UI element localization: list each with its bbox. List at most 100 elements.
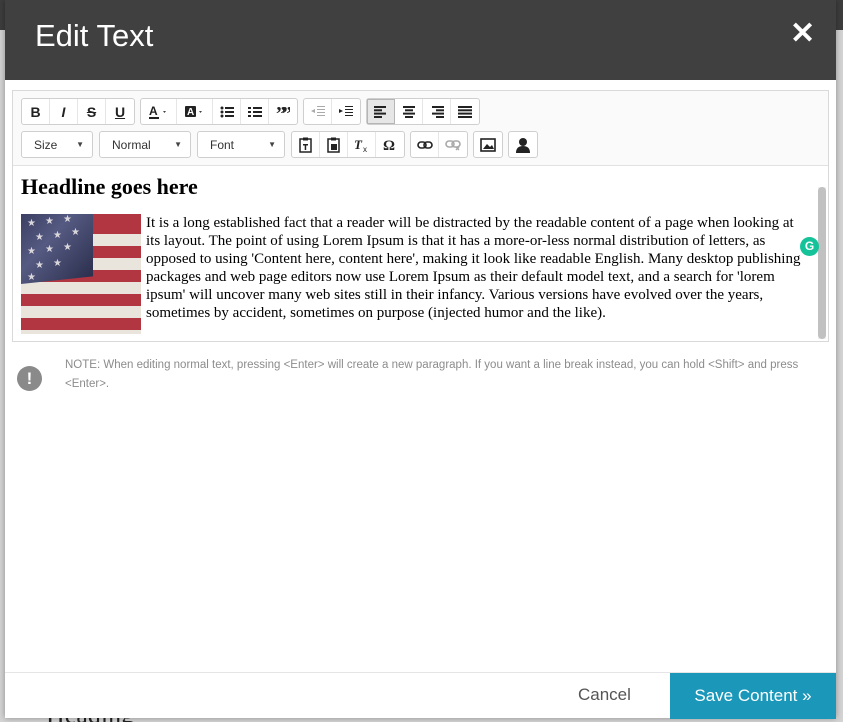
caret-down-icon: ▼ <box>268 140 276 149</box>
format-select-label: Normal <box>112 137 151 152</box>
link-icon <box>416 140 433 149</box>
star-icon: ★ <box>71 227 80 238</box>
star-icon: ★ <box>27 246 36 257</box>
justify-icon <box>458 105 472 118</box>
align-center-button[interactable] <box>395 99 423 124</box>
svg-text:T: T <box>354 138 363 152</box>
warning-icon: ! <box>17 366 42 391</box>
rich-text-editor: B I S U A A ” Size ▼ Normal ▼ Font ▼ T x… <box>12 90 829 342</box>
modal-header: Edit Text ✕ <box>5 0 836 80</box>
svg-text:A: A <box>149 104 158 118</box>
text-color-button[interactable]: A <box>141 99 177 124</box>
image-group <box>473 131 503 158</box>
indent-icon <box>339 105 353 116</box>
user-group <box>508 131 538 158</box>
remove-format-icon: Tx <box>354 138 367 152</box>
flag-image: ★ ★ ★ ★ ★ ★ ★ ★ ★ ★ ★ ★ <box>21 214 141 334</box>
note-text: NOTE: When editing normal text, pressing… <box>65 359 799 390</box>
strikethrough-button[interactable]: S <box>78 99 106 124</box>
paste-word-icon <box>326 137 340 153</box>
save-content-button[interactable]: Save Content » <box>670 673 836 719</box>
star-icon: ★ <box>27 272 36 283</box>
toolbar-row-1: B I S U A A ” <box>21 98 485 125</box>
content-headline: Headline goes here <box>21 174 198 199</box>
bulleted-list-button[interactable] <box>213 99 241 124</box>
paste-text-button[interactable] <box>292 132 320 157</box>
font-select-label: Font <box>210 137 235 152</box>
blockquote-button[interactable]: ”” <box>269 99 297 124</box>
bold-button[interactable]: B <box>22 99 50 124</box>
italic-icon: I <box>61 103 66 120</box>
caret-down-icon: ▼ <box>174 140 182 149</box>
underline-button[interactable]: U <box>106 99 134 124</box>
indent-button[interactable] <box>332 99 360 124</box>
italic-button[interactable]: I <box>50 99 78 124</box>
close-icon: ✕ <box>790 17 816 50</box>
editor-content-area[interactable]: Headline goes here ★ ★ ★ ★ ★ ★ ★ ★ ★ ★ ★… <box>13 167 817 341</box>
align-left-button[interactable] <box>367 99 395 124</box>
underline-icon: U <box>114 103 126 120</box>
unlink-button[interactable] <box>439 132 467 157</box>
star-icon: ★ <box>45 244 54 255</box>
star-icon: ★ <box>35 260 44 271</box>
edit-text-modal: Edit Text ✕ B I S U A A ” Size ▼ Normal … <box>5 0 836 719</box>
scrollbar-thumb[interactable] <box>818 187 826 339</box>
svg-text:x: x <box>363 145 367 152</box>
close-button[interactable]: ✕ <box>790 19 815 49</box>
link-group <box>410 131 468 158</box>
indent-group <box>303 98 361 125</box>
align-left-icon <box>374 105 386 118</box>
numbered-list-icon <box>247 106 262 117</box>
insert-user-button[interactable] <box>509 132 537 157</box>
user-icon <box>516 137 530 153</box>
grammarly-icon[interactable]: G <box>800 237 819 256</box>
caret-down-icon: ▼ <box>76 140 84 149</box>
cancel-button[interactable]: Cancel <box>578 685 631 705</box>
flag-stripe <box>21 330 141 334</box>
size-select[interactable]: Size ▼ <box>21 131 93 158</box>
star-icon: ★ <box>27 218 36 229</box>
outdent-button[interactable] <box>304 99 332 124</box>
star-icon: ★ <box>35 232 44 243</box>
background-color-button[interactable]: A <box>177 99 213 124</box>
editor-scrollbar[interactable] <box>818 187 826 339</box>
editing-note: ! NOTE: When editing normal text, pressi… <box>17 356 817 394</box>
strikethrough-icon: S <box>86 103 97 120</box>
editor-toolbar: B I S U A A ” Size ▼ Normal ▼ Font ▼ T x… <box>13 91 828 166</box>
quote-icon: ”” <box>276 106 290 118</box>
text-color-icon: A <box>148 104 166 119</box>
align-right-icon <box>431 105 444 118</box>
basic-styles-group: B I S U <box>21 98 135 125</box>
format-select[interactable]: Normal ▼ <box>99 131 191 158</box>
align-center-icon <box>402 105 415 118</box>
remove-format-button[interactable]: Tx <box>348 132 376 157</box>
size-select-label: Size <box>34 137 58 152</box>
paste-word-button[interactable] <box>320 132 348 157</box>
link-button[interactable] <box>411 132 439 157</box>
svg-text:A: A <box>187 107 194 118</box>
star-icon: ★ <box>53 230 62 241</box>
flag-stripe <box>21 282 141 294</box>
image-icon <box>480 137 496 152</box>
background-color-icon: A <box>184 105 202 118</box>
bold-icon: B <box>30 103 41 120</box>
special-character-button[interactable]: Ω <box>376 132 404 157</box>
paste-text-icon <box>298 137 312 153</box>
star-icon: ★ <box>63 242 72 253</box>
align-right-button[interactable] <box>423 99 451 124</box>
omega-icon: Ω <box>383 138 395 152</box>
justify-button[interactable] <box>451 99 479 124</box>
font-select[interactable]: Font ▼ <box>197 131 285 158</box>
svg-text:”: ” <box>282 106 290 118</box>
color-list-group: A A ”” <box>140 98 298 125</box>
outdent-icon <box>310 105 325 116</box>
star-icon: ★ <box>63 214 72 225</box>
numbered-list-button[interactable] <box>241 99 269 124</box>
modal-title: Edit Text <box>35 18 154 53</box>
insert-image-button[interactable] <box>474 132 502 157</box>
alignment-group <box>366 98 480 125</box>
toolbar-row-2: Size ▼ Normal ▼ Font ▼ T x Ω <box>21 131 543 158</box>
modal-footer: Cancel Save Content » <box>5 672 836 719</box>
svg-text:Ω: Ω <box>383 138 395 152</box>
flag-stripe <box>21 306 141 318</box>
